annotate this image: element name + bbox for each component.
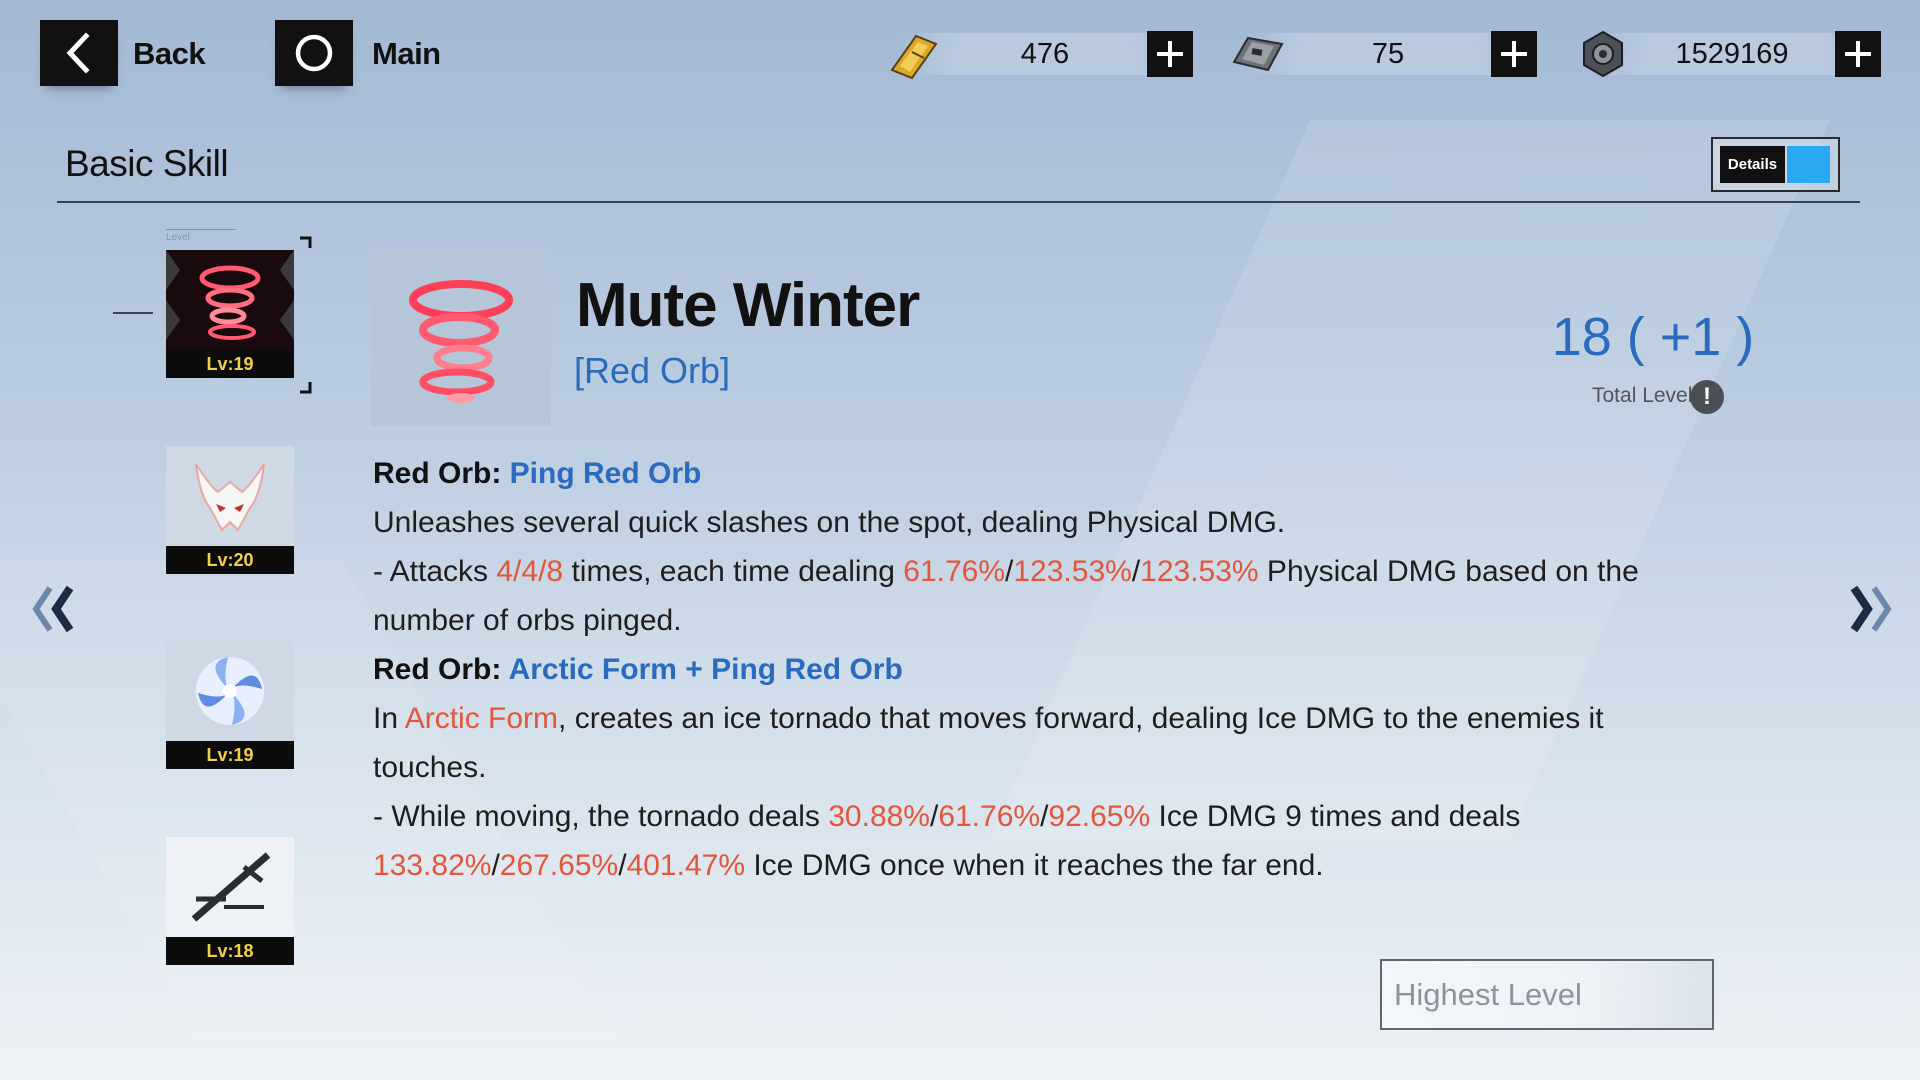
total-level-label: Total Level [1592,384,1693,407]
circle-home-icon [295,34,333,72]
skill-tile-red-tornado[interactable]: Lv:19 [166,250,294,378]
description-text: Unleashes several quick slashes on the s… [373,506,1286,539]
description-line: Unleashes several quick slashes on the s… [373,498,1693,547]
skill-level-label: Lv:20 [166,546,294,574]
ice-swirl-icon [196,657,264,725]
hex-nut-coin-icon [1583,30,1623,78]
skill-orb-tag: [Red Orb] [574,350,731,391]
description-text: / [1131,555,1141,588]
resource-ticket-value: 476 [1020,38,1070,70]
skill-tile-ice-swirl[interactable]: Lv:19 [166,641,294,769]
red-tornado-icon [409,280,513,403]
add-coin-button[interactable] [1835,31,1881,77]
value-highlight: 401.47% [626,849,745,882]
card-chip-icon [1232,36,1284,72]
total-level-value: 18 ( +1 ) [1551,307,1755,367]
skill-term: Ping Red Orb [509,457,702,490]
value-highlight: 92.65% [1048,800,1151,833]
add-ticket-button[interactable] [1147,31,1193,77]
skill-description: Red Orb: Ping Red Orb Unleashes several q… [373,449,1693,890]
description-line: - Attacks 4/4/8 times, each time dealing… [373,547,1693,645]
previous-skill-button[interactable] [18,574,88,644]
skill-tile-sword[interactable]: Lv:18 [166,837,294,965]
skill-tile-horned-mask[interactable]: Lv:20 [166,446,294,574]
description-text: - While moving, the tornado deals [373,800,829,833]
horned-mask-icon [195,463,265,532]
skill-list-header-rule [166,229,236,230]
selection-connector [113,312,153,314]
value-highlight: Arctic Form [404,702,559,735]
back-button[interactable] [40,20,118,86]
description-heading: Red Orb: Arctic Form + Ping Red Orb [373,645,1693,694]
info-icon[interactable]: ! [1690,380,1724,414]
skill-level-label: Lv:18 [166,937,294,965]
description-text: In [373,702,405,735]
main-label[interactable]: Main [372,36,441,72]
details-toggle-switch [1787,146,1830,183]
gold-ticket-icon [890,34,938,80]
skill-level-label: Lv:19 [166,350,294,378]
value-highlight: 123.53% [1140,555,1259,588]
resource-card-value: 75 [1371,38,1405,70]
chevron-left-icon [66,32,90,74]
skill-detail-icon [371,246,551,426]
back-label[interactable]: Back [133,36,206,72]
description-line: - While moving, the tornado deals 30.88%… [373,792,1693,890]
value-highlight: 133.82% [373,849,492,882]
description-text: - Attacks [373,555,497,588]
red-tornado-icon [166,250,294,340]
main-button[interactable] [275,20,353,86]
next-skill-button[interactable] [1836,574,1906,644]
sword-icon [191,852,271,922]
skill-term: Arctic Form + Ping Red Orb [508,653,903,686]
section-divider [57,201,1860,203]
page-title: Basic Skill [65,143,229,184]
description-text: / [618,849,627,882]
description-text: Red Orb: [373,653,509,686]
description-text: Red Orb: [373,457,510,490]
description-heading: Red Orb: Ping Red Orb [373,449,1693,498]
description-line: In Arctic Form, creates an ice tornado t… [373,694,1693,792]
details-toggle-label: Details [1720,146,1785,183]
description-text: / [491,849,500,882]
value-highlight: 30.88% [828,800,930,833]
value-highlight: 267.65% [499,849,619,882]
skill-level-label: Lv:19 [166,741,294,769]
details-toggle[interactable]: Details [1711,137,1840,192]
description-text: times, each time dealing [563,555,904,588]
description-text: Ice DMG once when it reaches the far end… [745,849,1324,882]
description-text: Ice DMG 9 times and deals [1150,800,1521,833]
value-highlight: 123.53% [1013,555,1132,588]
value-highlight: 61.76% [903,555,1006,588]
resource-coin-value: 1529169 [1675,38,1789,70]
value-highlight: 61.76% [938,800,1041,833]
highest-level-button[interactable]: Highest Level [1380,959,1714,1030]
skill-name: Mute Winter [576,271,920,340]
value-highlight: 4/4/8 [496,555,564,588]
add-card-button[interactable] [1491,31,1537,77]
description-text: , creates an ice tornado that moves forw… [373,702,1604,784]
